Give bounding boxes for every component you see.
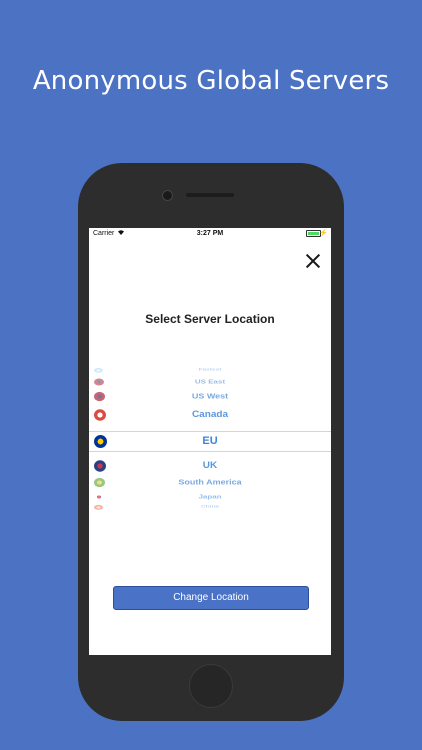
flag-icon [94,435,107,448]
picker-item[interactable]: US East [89,378,331,386]
headline: Anonymous Global Servers [32,66,390,96]
page-title: Select Server Location [145,312,275,326]
flag-icon [94,477,105,488]
picker-item[interactable]: US West [89,391,331,402]
picker-item[interactable]: Canada [89,408,331,421]
flag-icon [94,378,104,386]
charging-icon: ⚡ [319,230,328,237]
flag-icon [94,367,103,373]
picker-item-label: Fastest [198,367,222,372]
picker-item[interactable]: China [89,504,331,510]
picker-item[interactable]: UK [89,459,331,472]
flag-icon [94,460,106,472]
picker-item-label: China [200,504,220,509]
location-picker[interactable]: Fastest US East US West Canada EU UK South Ame… [89,367,331,511]
flag-icon [94,493,104,501]
close-icon[interactable] [304,252,322,270]
status-bar: Carrier 3:27 PM ⚡ [89,228,331,240]
flag-icon [94,504,103,510]
picker-item-label: Canada [191,409,229,420]
picker-selection-bottom [89,451,331,452]
picker-item-label: US East [194,378,226,385]
picker-item[interactable]: Fastest [89,367,331,373]
change-location-button[interactable]: Change Location [113,586,309,610]
flag-icon [94,391,105,402]
picker-item-label: US West [191,391,229,401]
picker-item[interactable]: EU [89,434,331,449]
status-time: 3:27 PM [196,230,224,237]
picker-item[interactable]: Japan [89,493,331,501]
phone-screen: Carrier 3:27 PM ⚡ Select Server Location… [89,228,331,655]
picker-item-label: UK [202,460,218,471]
picker-item[interactable]: South America [89,477,331,488]
phone-mockup: Carrier 3:27 PM ⚡ Select Server Location… [78,163,344,721]
picker-item-label: Japan [198,493,222,500]
picker-item-label: South America [178,477,242,487]
camera [162,190,173,201]
picker-selection-top [89,431,331,432]
speaker [186,193,234,197]
picker-item-label: EU [202,435,218,447]
home-button[interactable] [189,664,233,708]
flag-icon [94,409,106,421]
